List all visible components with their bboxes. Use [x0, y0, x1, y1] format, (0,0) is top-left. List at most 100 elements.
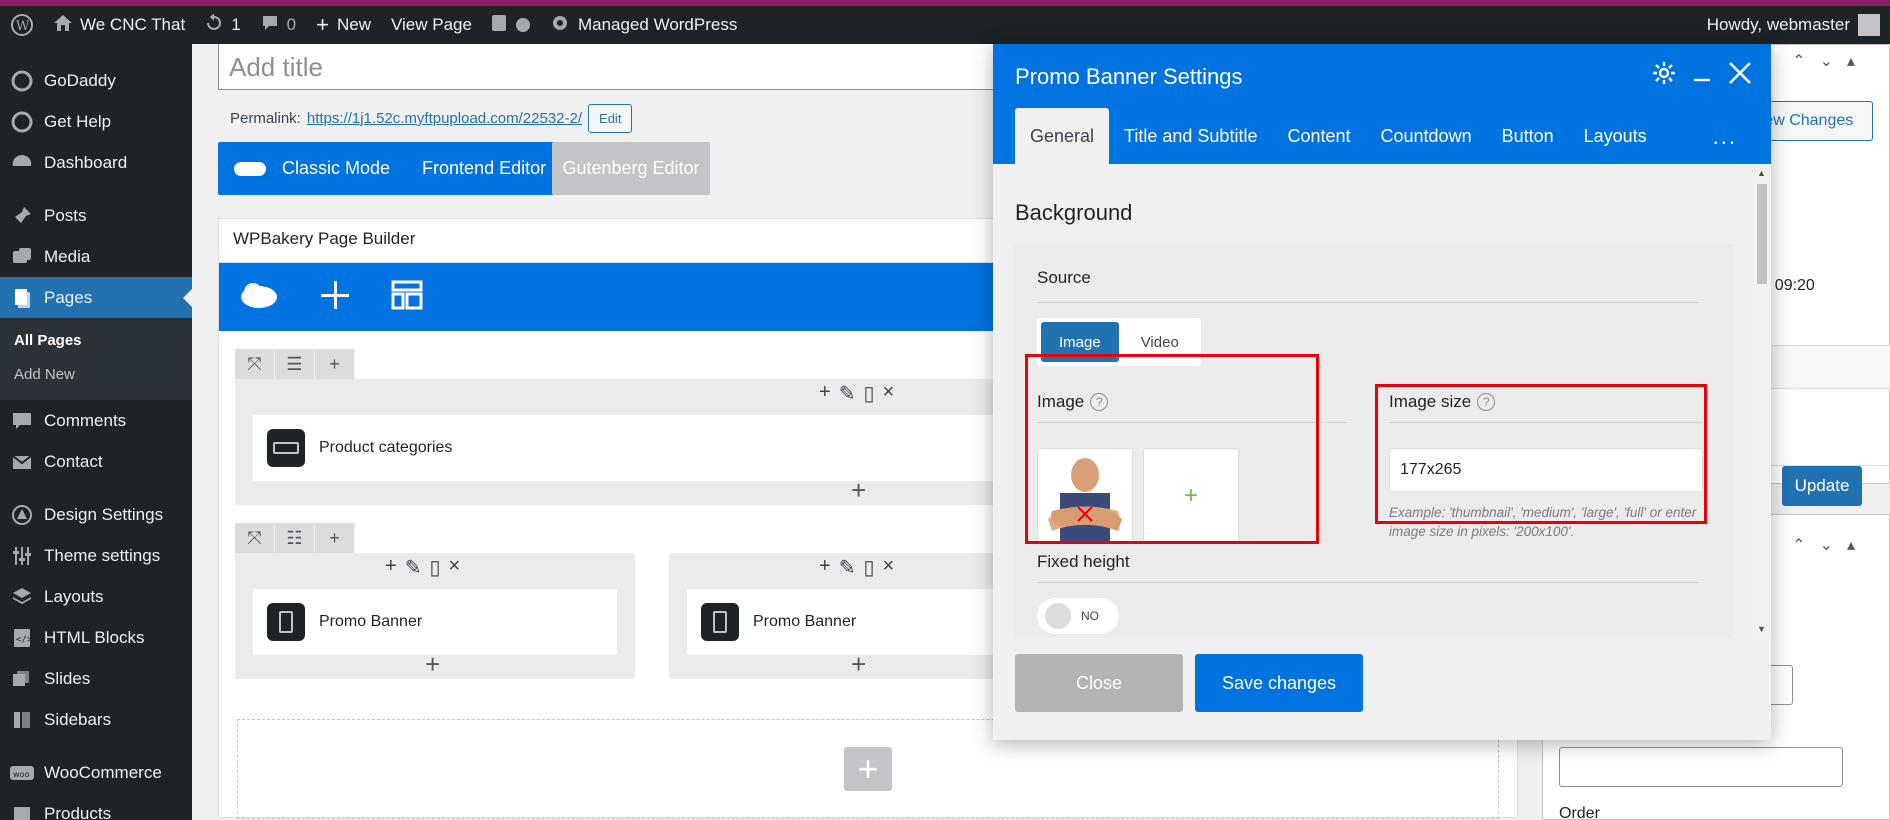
layout-icon[interactable]: ☰: [275, 349, 315, 379]
sidebar-item-pages[interactable]: Pages: [0, 277, 192, 318]
sidebar-item-layouts[interactable]: Layouts: [0, 576, 192, 617]
managed-wp-label: Managed WordPress: [577, 15, 738, 34]
sidebar-item-label: Dashboard: [44, 152, 128, 172]
plus-icon[interactable]: +: [385, 555, 397, 580]
sidebar-item-slides[interactable]: Slides: [0, 658, 192, 699]
submenu-all-pages[interactable]: All Pages: [0, 324, 192, 358]
add-element-plus-icon[interactable]: +: [851, 475, 866, 506]
yoast-menu[interactable]: [482, 6, 540, 44]
scroll-down-icon[interactable]: ▼: [1757, 624, 1766, 634]
gear-icon[interactable]: [1651, 60, 1677, 91]
slides-icon: [10, 667, 34, 691]
box-arrows-icon[interactable]: ⌃⌄▴: [1792, 51, 1869, 71]
sidebar-item-get-help[interactable]: Get Help: [0, 101, 192, 142]
tab-layouts[interactable]: Layouts: [1569, 108, 1662, 164]
element-promo-banner[interactable]: Promo Banner: [253, 589, 617, 655]
permalink-row: Permalink: https://1j1.52c.myftpupload.c…: [230, 104, 633, 133]
sidebar-item-contact[interactable]: Contact: [0, 441, 192, 482]
view-page-link[interactable]: View Page: [381, 6, 482, 44]
sidebar-item-products[interactable]: Products: [0, 793, 192, 820]
column-controls: + ✎ ▯ ×: [819, 555, 894, 580]
frontend-editor-button[interactable]: Frontend Editor: [406, 158, 562, 179]
permalink-url[interactable]: https://1j1.52c.myftpupload.com/22532-2/: [307, 110, 582, 127]
sidebar-item-posts[interactable]: Posts: [0, 195, 192, 236]
sidebar-item-label: WooCommerce: [44, 762, 162, 782]
layout-icon[interactable]: ☷: [275, 523, 315, 553]
wpbakery-cloud-icon: [234, 161, 266, 176]
sidebar-item-html-blocks[interactable]: </> HTML Blocks: [0, 617, 192, 658]
tab-title-subtitle[interactable]: Title and Subtitle: [1109, 108, 1272, 164]
scroll-up-icon[interactable]: ▲: [1757, 168, 1766, 178]
wordpress-logo-icon[interactable]: W: [0, 6, 44, 44]
tab-countdown[interactable]: Countdown: [1366, 108, 1487, 164]
fixed-height-label: Fixed height: [1037, 552, 1130, 572]
close-icon[interactable]: ×: [882, 555, 894, 580]
new-label: New: [336, 15, 371, 34]
sidebar-item-dashboard[interactable]: Dashboard: [0, 142, 192, 183]
close-button[interactable]: Close: [1015, 654, 1183, 712]
source-label: Source: [1037, 268, 1091, 288]
clipboard-icon[interactable]: ▯: [429, 555, 440, 580]
close-icon[interactable]: ×: [448, 555, 460, 580]
classic-mode-button[interactable]: Classic Mode: [266, 158, 406, 179]
template-select[interactable]: [1559, 747, 1843, 787]
move-icon[interactable]: ⤧: [235, 523, 275, 553]
edit-permalink-button[interactable]: Edit: [588, 104, 633, 133]
modal-title: Promo Banner Settings: [1015, 64, 1243, 89]
pencil-icon[interactable]: ✎: [839, 381, 856, 406]
managed-wordpress-menu[interactable]: Managed WordPress: [540, 6, 747, 44]
pencil-icon[interactable]: ✎: [839, 555, 856, 580]
fixed-height-label-text: Fixed height: [1037, 552, 1130, 571]
sidebar-item-design-settings[interactable]: Design Settings: [0, 494, 192, 535]
add-column-icon[interactable]: +: [315, 523, 355, 553]
godaddy-icon: [10, 69, 34, 93]
my-account-menu[interactable]: Howdy, webmaster: [1697, 6, 1890, 44]
new-content-menu[interactable]: + New: [306, 6, 381, 44]
add-element-icon[interactable]: [319, 279, 351, 316]
tab-general[interactable]: General: [1015, 108, 1110, 164]
sidebar-item-comments[interactable]: Comments: [0, 400, 192, 441]
submenu-add-new[interactable]: Add New: [0, 358, 192, 392]
mail-icon: [10, 450, 34, 474]
sidebar-item-sidebars[interactable]: Sidebars: [0, 699, 192, 740]
add-row-plus-icon[interactable]: +: [844, 747, 892, 791]
fixed-height-toggle[interactable]: NO: [1037, 598, 1119, 634]
minimize-icon[interactable]: [1691, 62, 1713, 89]
tab-content[interactable]: Content: [1272, 108, 1365, 164]
box-arrows-icon[interactable]: ⌃⌄▴: [1792, 535, 1869, 555]
plus-icon[interactable]: +: [819, 555, 831, 580]
add-column-icon[interactable]: +: [315, 349, 355, 379]
move-icon[interactable]: ⤧: [235, 349, 275, 379]
tab-button[interactable]: Button: [1487, 108, 1569, 164]
update-button[interactable]: Update: [1782, 466, 1862, 506]
site-name-menu[interactable]: We CNC That: [44, 6, 195, 44]
add-element-plus-icon[interactable]: +: [851, 649, 866, 680]
updates-menu[interactable]: 1: [195, 6, 250, 44]
save-changes-button[interactable]: Save changes: [1195, 654, 1363, 712]
clipboard-icon[interactable]: ▯: [863, 381, 874, 406]
sidebar-item-label: Pages: [44, 287, 93, 307]
close-icon[interactable]: ×: [882, 381, 894, 406]
modal-body: Background Source Image Video Image ? + …: [993, 164, 1771, 638]
media-icon: [10, 245, 34, 269]
templates-icon[interactable]: [391, 279, 423, 316]
source-label-text: Source: [1037, 268, 1091, 287]
dashboard-icon: [10, 151, 34, 175]
cloud-icon[interactable]: [239, 280, 279, 315]
clipboard-icon[interactable]: ▯: [863, 555, 874, 580]
add-element-plus-icon[interactable]: +: [425, 649, 440, 680]
sidebar-item-media[interactable]: Media: [0, 236, 192, 277]
column-controls: + ✎ ▯ ×: [819, 381, 894, 406]
sidebar-item-woocommerce[interactable]: woo WooCommerce: [0, 752, 192, 793]
plus-icon[interactable]: +: [819, 381, 831, 406]
site-name: We CNC That: [80, 15, 186, 34]
sidebar-item-theme-settings[interactable]: Theme settings: [0, 535, 192, 576]
sidebar-item-godaddy[interactable]: GoDaddy: [0, 60, 192, 101]
modal-scrollbar[interactable]: ▲ ▼: [1753, 164, 1771, 638]
more-tabs-button[interactable]: ...: [1713, 124, 1737, 150]
close-icon[interactable]: [1727, 60, 1753, 91]
scroll-thumb[interactable]: [1757, 184, 1767, 284]
comments-menu[interactable]: 0: [251, 6, 306, 44]
pencil-icon[interactable]: ✎: [405, 555, 422, 580]
gutenberg-editor-button[interactable]: Gutenberg Editor: [552, 142, 710, 195]
